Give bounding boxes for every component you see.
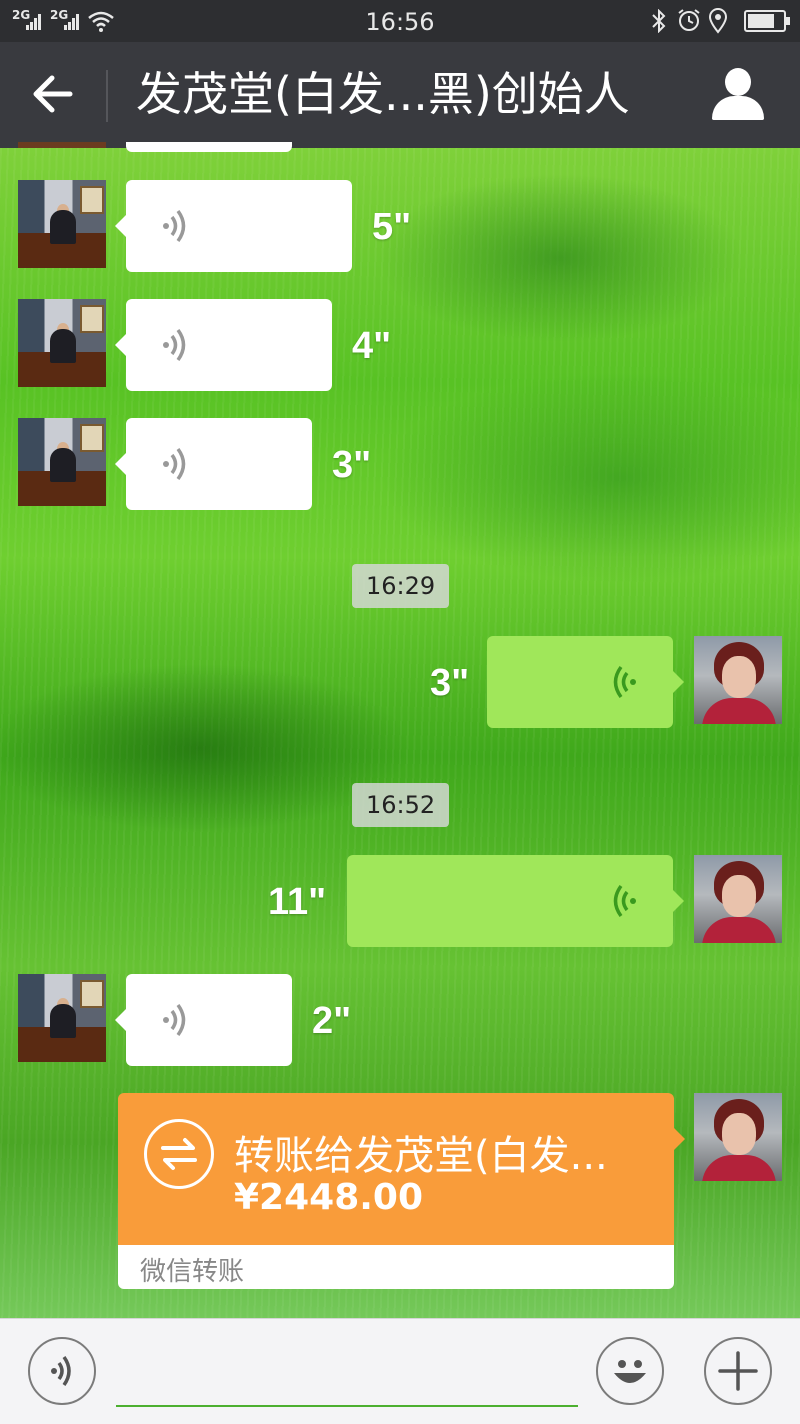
- avatar[interactable]: [18, 974, 106, 1062]
- voice-wave-icon: [163, 447, 186, 481]
- transfer-title: 转账给发茂堂(白发...: [234, 1133, 608, 1179]
- alarm-icon: [678, 9, 700, 31]
- transfer-footer-label: 微信转账: [140, 1257, 245, 1287]
- avatar[interactable]: [18, 418, 106, 506]
- status-bar: 2G 2G 16:56: [0, 0, 800, 42]
- voice-message[interactable]: [115, 974, 292, 1066]
- chat-header: 发茂堂(白发...黑)创始人: [0, 42, 800, 148]
- partial-avatar: [18, 142, 106, 148]
- voice-wave-icon: [613, 665, 636, 699]
- voice-wave-icon: [163, 1003, 186, 1037]
- battery-icon: [744, 10, 790, 32]
- my-avatar[interactable]: [694, 636, 782, 724]
- bluetooth-icon: [652, 9, 666, 33]
- message-input[interactable]: [116, 1405, 578, 1407]
- voice-wave-icon: [613, 884, 636, 918]
- voice-duration: 2": [312, 1000, 352, 1042]
- input-bar: [0, 1318, 800, 1424]
- my-avatar[interactable]: [694, 1093, 782, 1181]
- avatar[interactable]: [18, 180, 106, 268]
- voice-wave-icon: [163, 209, 186, 243]
- plus-icon[interactable]: [704, 1337, 772, 1405]
- transfer-card[interactable]: 转账给发茂堂(白发... ¥2448.00 微信转账: [118, 1093, 685, 1289]
- message-list[interactable]: 5" 4" 3" 16:29 3" 16:52 11" 2" 转账给发茂堂(白发…: [0, 142, 800, 1318]
- voice-duration: 5": [372, 206, 412, 248]
- back-arrow-icon[interactable]: [30, 66, 80, 122]
- timestamp: 16:52: [352, 783, 450, 827]
- voice-message[interactable]: [115, 299, 332, 391]
- battery-fill: [748, 14, 774, 28]
- timestamp: 16:29: [352, 564, 450, 608]
- voice-duration: 3": [332, 444, 372, 486]
- voice-duration: 3": [430, 662, 470, 704]
- emoji-icon[interactable]: [596, 1337, 664, 1405]
- header-divider: [106, 70, 108, 122]
- my-avatar[interactable]: [694, 855, 782, 943]
- voice-message[interactable]: [487, 636, 684, 728]
- voice-message[interactable]: [115, 418, 312, 510]
- voice-duration: 4": [352, 325, 392, 367]
- avatar[interactable]: [18, 299, 106, 387]
- voice-message[interactable]: [115, 180, 352, 272]
- voice-duration: 11": [268, 881, 327, 923]
- transfer-card-body: 转账给发茂堂(白发... ¥2448.00: [118, 1093, 674, 1245]
- voice-input-icon[interactable]: [28, 1337, 96, 1405]
- chat-title: 发茂堂(白发...黑)创始人: [136, 67, 630, 121]
- transfer-icon: [144, 1119, 214, 1189]
- partial-bubble: [126, 142, 292, 152]
- transfer-footer: 微信转账: [118, 1245, 674, 1289]
- location-icon: [708, 8, 728, 34]
- transfer-amount: ¥2448.00: [234, 1177, 424, 1218]
- person-icon[interactable]: [712, 68, 764, 122]
- voice-wave-icon: [163, 328, 186, 362]
- voice-message[interactable]: [347, 855, 684, 947]
